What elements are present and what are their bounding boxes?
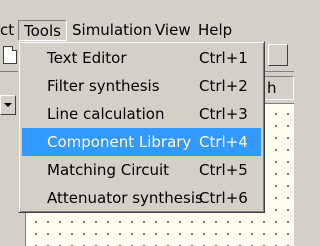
menu-tools[interactable]: Tools <box>18 20 67 41</box>
menu-item-shortcut: Ctrl+2 <box>199 77 248 95</box>
new-document-icon[interactable] <box>3 46 17 64</box>
menu-item-label: Text Editor <box>47 49 127 67</box>
menu-item-matching-circuit[interactable]: Matching Circuit Ctrl+5 <box>22 156 261 184</box>
menu-item-shortcut: Ctrl+5 <box>199 161 248 179</box>
combo-dropdown[interactable] <box>0 95 16 115</box>
menu-item-label: Matching Circuit <box>47 161 170 179</box>
menu-item-text-editor[interactable]: Text Editor Ctrl+1 <box>22 44 261 72</box>
toolbar-field-text: h <box>267 79 277 97</box>
toolbar-field[interactable]: h <box>264 76 294 100</box>
menu-item-label: Attenuator synthesis <box>47 189 203 207</box>
menu-item-label: Line calculation <box>47 105 165 123</box>
menu-item-shortcut: Ctrl+1 <box>199 49 248 67</box>
menu-item-shortcut: Ctrl+3 <box>199 105 248 123</box>
menu-item-label: Filter synthesis <box>47 77 160 95</box>
menu-view[interactable]: View <box>155 20 191 41</box>
menu-item-attenuator-synthesis[interactable]: Attenuator synthesis Ctrl+6 <box>22 184 261 212</box>
menu-project[interactable]: ct <box>0 20 14 41</box>
menu-simulation[interactable]: Simulation <box>72 20 152 41</box>
menu-item-filter-synthesis[interactable]: Filter synthesis Ctrl+2 <box>22 72 261 100</box>
menu-item-shortcut: Ctrl+4 <box>199 133 248 151</box>
toolbar-button[interactable] <box>268 44 288 66</box>
menu-bar: ct Tools Simulation View Help <box>0 0 294 41</box>
chevron-down-icon <box>4 103 12 107</box>
app-window: ct Tools Simulation View Help h Text Edi… <box>0 0 294 246</box>
menu-item-component-library[interactable]: Component Library Ctrl+4 <box>22 128 261 156</box>
menu-item-line-calculation[interactable]: Line calculation Ctrl+3 <box>22 100 261 128</box>
menu-item-label: Component Library <box>47 133 192 151</box>
tools-menu: Text Editor Ctrl+1 Filter synthesis Ctrl… <box>18 41 265 213</box>
menu-item-shortcut: Ctrl+6 <box>199 189 248 207</box>
menu-help[interactable]: Help <box>198 20 232 41</box>
